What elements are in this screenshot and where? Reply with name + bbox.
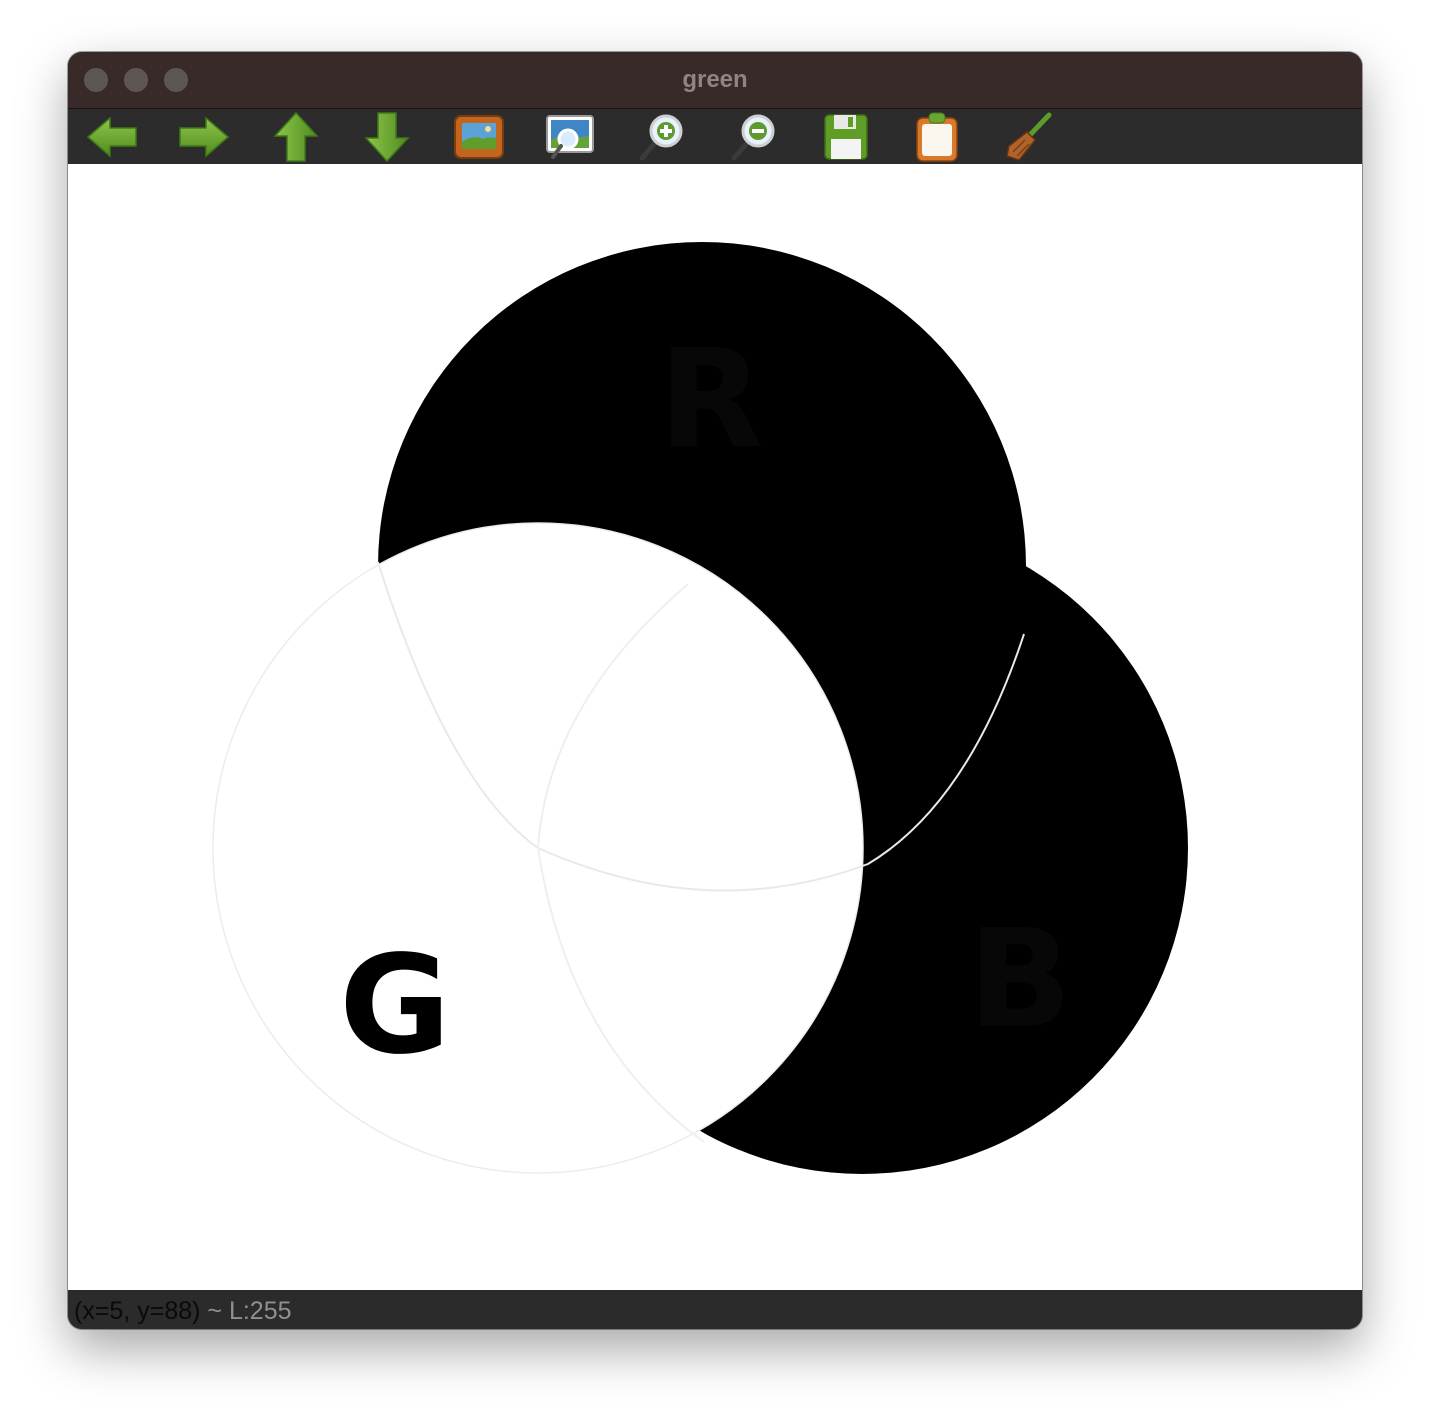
zoom-fit-button[interactable] — [453, 112, 505, 162]
status-bar: (x=5, y=88) ~ L:255 — [68, 1290, 1362, 1329]
image-viewer-window: green R G B (x=5, y=88) ~ L:255 — [68, 52, 1362, 1329]
clipboard-icon — [916, 112, 958, 162]
label-r: R — [659, 321, 764, 479]
status-value: ~ L:255 — [200, 1297, 292, 1325]
properties-button[interactable] — [1003, 112, 1055, 162]
pan-up-button[interactable] — [270, 112, 322, 162]
arrow-right-icon — [179, 116, 230, 158]
floppy-disk-icon — [824, 114, 868, 160]
window-title: green — [682, 66, 748, 93]
save-button[interactable] — [820, 112, 872, 162]
label-g: G — [339, 927, 451, 1085]
image-frame-icon — [454, 115, 504, 159]
copy-to-clipboard-button[interactable] — [911, 112, 963, 162]
label-b: B — [968, 901, 1072, 1059]
pan-down-button[interactable] — [361, 112, 413, 162]
zoom-original-button[interactable] — [544, 112, 596, 162]
broom-icon — [1006, 112, 1052, 161]
toolbar — [68, 109, 1362, 164]
zoom-out-icon — [731, 114, 775, 161]
arrow-left-icon — [86, 116, 137, 158]
status-coords: (x=5, y=88) — [74, 1297, 201, 1325]
channel-image: R G B — [68, 164, 1362, 1290]
zoom-in-button[interactable] — [636, 112, 688, 162]
pan-left-button[interactable] — [86, 112, 138, 162]
image-magnifier-icon — [546, 115, 594, 159]
title-bar[interactable]: green — [68, 52, 1362, 109]
image-canvas[interactable]: R G B — [68, 164, 1362, 1290]
arrow-up-icon — [273, 112, 319, 162]
status-readout: (x=5, y=88) ~ L:255 — [74, 1290, 292, 1329]
zoom-in-icon — [639, 114, 683, 161]
zoom-out-button[interactable] — [728, 112, 780, 162]
pan-right-button[interactable] — [178, 112, 230, 162]
arrow-down-icon — [364, 112, 410, 162]
